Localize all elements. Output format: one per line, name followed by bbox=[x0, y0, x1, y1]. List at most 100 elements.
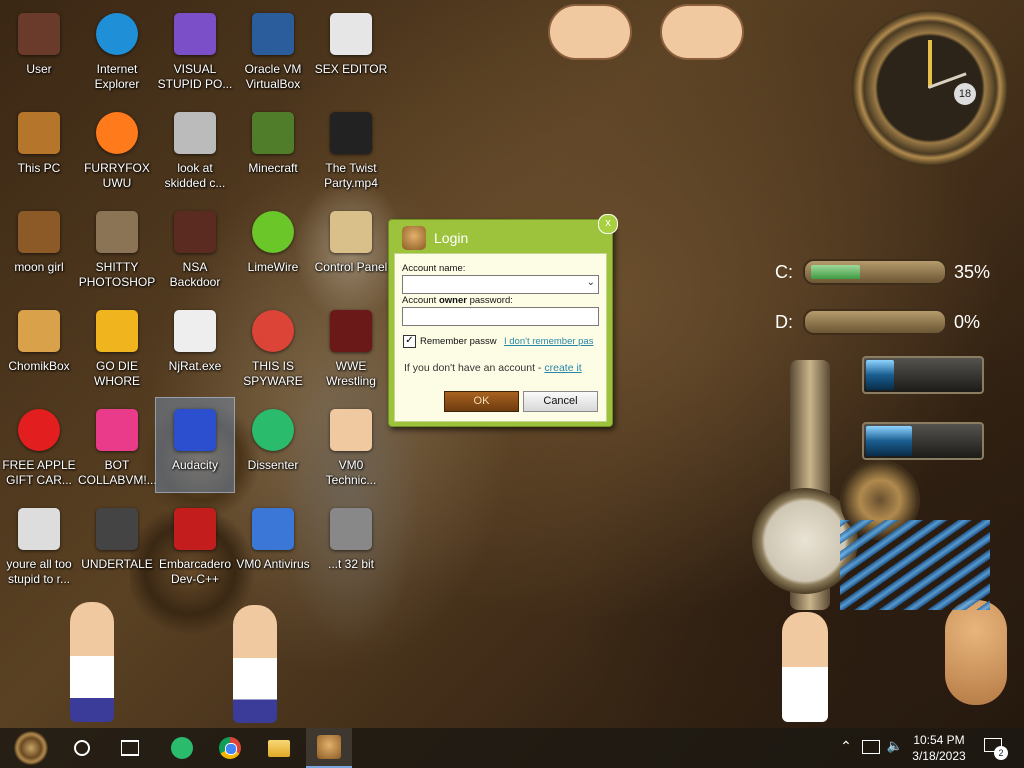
folder-stack-icon bbox=[171, 109, 219, 157]
desktop-icon-label: ...t 32 bit bbox=[327, 557, 375, 571]
desktop-icon[interactable]: THIS IS SPYWARE bbox=[234, 299, 312, 393]
cpu-tube bbox=[862, 356, 984, 394]
desktop-icon-label: Minecraft bbox=[248, 161, 298, 175]
desktop-icon[interactable]: The Twist Party.mp4 bbox=[312, 101, 390, 195]
desktop-icon-label: Audacity bbox=[171, 458, 219, 472]
password-field[interactable] bbox=[402, 307, 599, 326]
app-icon bbox=[327, 505, 375, 553]
notifications-button[interactable]: 2 bbox=[982, 736, 1008, 760]
show-hidden-icons-chevron[interactable]: ⌃ bbox=[838, 738, 854, 754]
desktop-icon[interactable]: Dissenter bbox=[234, 398, 312, 492]
desktop-icon[interactable]: moon girl bbox=[0, 200, 78, 294]
skull-icon bbox=[171, 307, 219, 355]
hxd-editor-icon bbox=[327, 10, 375, 58]
desktop-icon-label: BOT COLLABVM!... bbox=[78, 458, 157, 487]
desktop-icon[interactable]: NjRat.exe bbox=[156, 299, 234, 393]
desktop-icon[interactable]: GO DIE WHORE bbox=[78, 299, 156, 393]
start-button[interactable] bbox=[8, 728, 54, 768]
desktop-icon[interactable]: Audacity bbox=[155, 397, 235, 493]
desktop-icon[interactable]: Oracle VM VirtualBox bbox=[234, 2, 312, 96]
user-folder-icon bbox=[15, 10, 63, 58]
account-name-combobox[interactable]: ⌄ bbox=[402, 275, 599, 294]
taskbar-time: 10:54 PM bbox=[913, 733, 965, 747]
wwe-icon bbox=[327, 307, 375, 355]
desktop-icon[interactable]: VISUAL STUPID PO... bbox=[156, 2, 234, 96]
taskbar-file-explorer[interactable] bbox=[257, 728, 301, 768]
desktop-icon[interactable]: SEX EDITOR bbox=[312, 2, 390, 96]
account-name-label: Account name: bbox=[402, 263, 466, 274]
password-label-bold: owner bbox=[438, 295, 467, 306]
chevron-down-icon[interactable]: ⌄ bbox=[587, 277, 595, 288]
desktop-icon-label: GO DIE WHORE bbox=[94, 359, 140, 388]
desktop-icon-label: NjRat.exe bbox=[168, 359, 222, 373]
this-pc-icon bbox=[15, 109, 63, 157]
desktop-icon-label: Oracle VM VirtualBox bbox=[244, 62, 302, 91]
drive-c-label: C: bbox=[775, 262, 793, 282]
password-label: Account owner password: bbox=[402, 295, 513, 306]
desktop-icon[interactable]: UNDERTALE bbox=[78, 497, 156, 591]
desktop-icon[interactable]: FREE APPLE GIFT CAR... bbox=[0, 398, 78, 492]
create-account-link[interactable]: create it bbox=[544, 362, 581, 374]
drive-d-bar bbox=[803, 309, 947, 335]
ok-button[interactable]: OK bbox=[444, 391, 519, 412]
desktop-icon[interactable]: BOT COLLABVM!... bbox=[78, 398, 157, 492]
taskbar-chrome[interactable] bbox=[208, 728, 252, 768]
ram-tube bbox=[862, 422, 984, 460]
chomik-logo-icon bbox=[402, 226, 426, 250]
taskbar-dissenter[interactable] bbox=[160, 728, 204, 768]
desktop-icon-label: Control Panel bbox=[314, 260, 388, 274]
taskbar-clock[interactable]: 10:54 PM 3/18/2023 bbox=[908, 732, 970, 764]
audacity-icon bbox=[171, 406, 219, 454]
desktop-icon[interactable]: This PC bbox=[0, 101, 78, 195]
desktop-icon[interactable]: look at skidded c... bbox=[156, 101, 234, 195]
taskbar: ⌃ 🔈 10:54 PM 3/18/2023 2 bbox=[0, 728, 1024, 768]
gimp-icon bbox=[93, 208, 141, 256]
desktop-icon[interactable]: youre all too stupid to r... bbox=[0, 497, 78, 591]
close-button[interactable]: x bbox=[598, 214, 618, 234]
desktop-icon[interactable]: Minecraft bbox=[234, 101, 312, 195]
remember-checkbox[interactable]: ✓ bbox=[403, 335, 416, 348]
cancel-button[interactable]: Cancel bbox=[523, 391, 598, 412]
desktop-icon-label: look at skidded c... bbox=[164, 161, 226, 190]
desktop-icon-label: This PC bbox=[17, 161, 61, 175]
desktop-icon-label: Internet Explorer bbox=[94, 62, 140, 91]
desktop-icon[interactable]: SHITTY PHOTOSHOP bbox=[78, 200, 156, 294]
ram-tube-fill bbox=[866, 426, 912, 456]
desktop-icon[interactable]: WWE Wrestling bbox=[312, 299, 390, 393]
desktop-icon-label: VM0 Technic... bbox=[325, 458, 377, 487]
desktop-icon-label: FURRYFOX UWU bbox=[84, 161, 150, 190]
desktop-icon[interactable]: LimeWire bbox=[234, 200, 312, 294]
desktop-icon[interactable]: Control Panel bbox=[312, 200, 390, 294]
desktop-icon[interactable]: User bbox=[0, 2, 78, 96]
desktop-icon-label: NSA Backdoor bbox=[169, 260, 221, 289]
desktop-icon[interactable]: Embarcadero Dev-C++ bbox=[156, 497, 234, 591]
desktop-icon[interactable]: ...t 32 bit bbox=[312, 497, 390, 591]
desktop-icon[interactable]: VM0 Antivirus bbox=[234, 497, 312, 591]
video-file-icon bbox=[327, 109, 375, 157]
cartoon-figure-1 bbox=[70, 602, 114, 722]
cartoon-figure-3 bbox=[782, 612, 828, 722]
forgot-password-link[interactable]: I don't remember pas bbox=[504, 336, 593, 347]
desktop-icon-label: THIS IS SPYWARE bbox=[243, 359, 303, 388]
cpu-tube-fill bbox=[866, 360, 894, 390]
network-icon[interactable] bbox=[862, 740, 880, 754]
dialog-title: Login bbox=[434, 230, 469, 246]
password-label-prefix: Account bbox=[402, 295, 439, 306]
desktop-icon-label: moon girl bbox=[14, 260, 64, 274]
apple-icon bbox=[15, 406, 63, 454]
edge-icon bbox=[93, 10, 141, 58]
chomikbox-icon bbox=[15, 307, 63, 355]
desktop-icon[interactable]: ChomikBox bbox=[0, 299, 78, 393]
unity-icon bbox=[93, 505, 141, 553]
desktop-icon-label: WWE Wrestling bbox=[326, 359, 376, 388]
desktop-icon[interactable]: VM0 Technic... bbox=[312, 398, 390, 492]
desktop-icon-label: User bbox=[26, 62, 52, 76]
cartoon-head-2 bbox=[660, 4, 744, 60]
desktop-icon[interactable]: NSA Backdoor bbox=[156, 200, 234, 294]
desktop-icon[interactable]: FURRYFOX UWU bbox=[78, 101, 156, 195]
task-view-button[interactable] bbox=[110, 728, 150, 768]
search-button[interactable] bbox=[62, 728, 102, 768]
desktop-icon[interactable]: Internet Explorer bbox=[78, 2, 156, 96]
volume-icon[interactable]: 🔈 bbox=[886, 738, 904, 754]
taskbar-chomikbox[interactable] bbox=[306, 728, 352, 768]
